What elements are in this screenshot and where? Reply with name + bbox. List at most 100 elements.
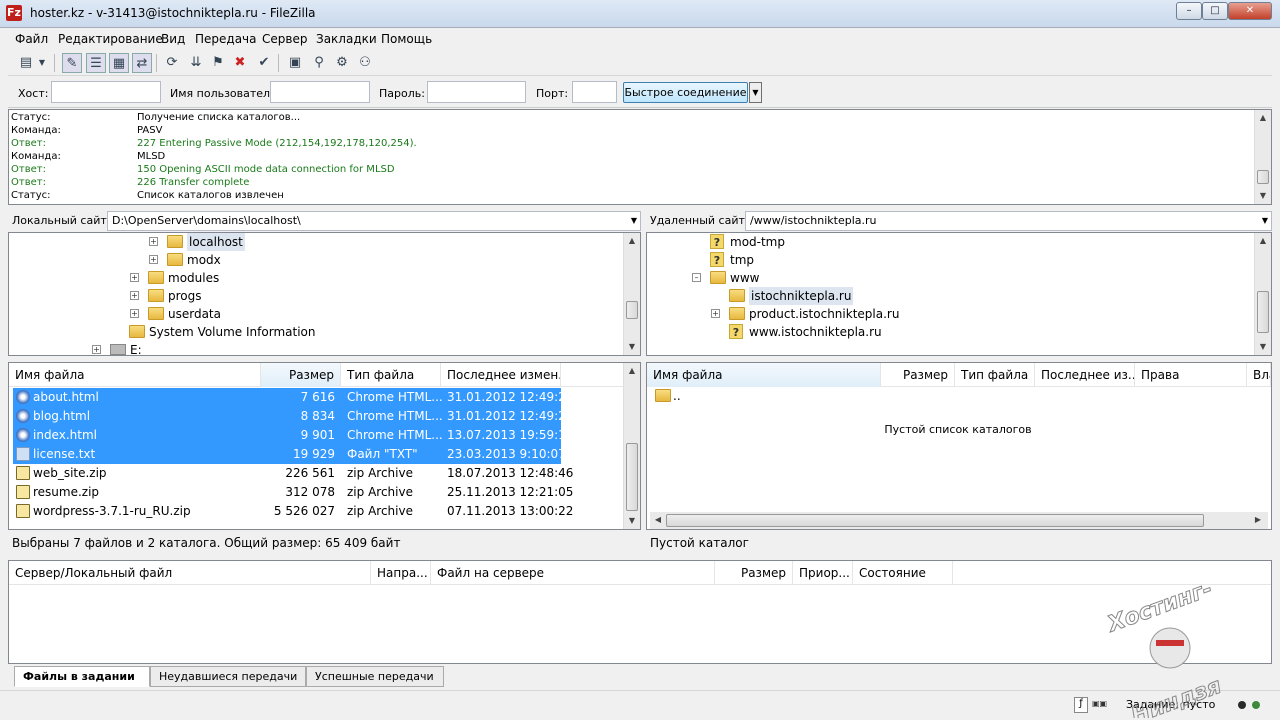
quickconnect-dropdown-icon[interactable]: ▼ (749, 82, 762, 103)
compare-dirs-icon[interactable]: ⚙ (332, 53, 352, 73)
toggle-remote-tree-icon[interactable]: ▦ (109, 53, 129, 73)
col-local-file[interactable]: Сервер/Локальный файл (9, 561, 371, 585)
quickconnect-button[interactable]: Быстрое соединение (623, 82, 748, 103)
col-type[interactable]: Тип файла (341, 363, 441, 387)
transfer-queue[interactable]: Сервер/Локальный файл Напра... Файл на с… (8, 560, 1272, 664)
scroll-thumb[interactable] (626, 443, 638, 511)
remote-list-hscrollbar[interactable]: ◀ ▶ (650, 512, 1268, 529)
tree-node[interactable]: + product.istochniktepla.ru (647, 305, 1247, 323)
reconnect-icon[interactable]: ✔ (254, 53, 274, 73)
directory-filter-icon[interactable]: ▣ (285, 53, 305, 73)
search-icon[interactable]: ⚇ (355, 53, 375, 73)
log-scrollbar[interactable]: ▲ ▼ (1254, 110, 1271, 204)
local-file-list[interactable]: Имя файла Размер Тип файла Последнее изм… (8, 362, 641, 530)
table-row[interactable]: index.html 9 901 Chrome HTML... 13.07.2013 … (13, 426, 573, 445)
tree-node[interactable]: + localhost (9, 233, 609, 251)
table-row[interactable]: wordpress-3.7.1-ru_RU.zip 5 526 027 zip Ar… (13, 502, 573, 521)
expand-icon[interactable]: + (130, 309, 139, 318)
tree-node[interactable]: istochniktepla.ru (647, 287, 1247, 305)
refresh-icon[interactable]: ⟳ (162, 53, 182, 73)
toggle-local-tree-icon[interactable]: ☰ (86, 53, 106, 73)
collapse-icon[interactable]: – (692, 273, 701, 282)
tree-node[interactable]: – www (647, 269, 1247, 287)
scroll-down-icon[interactable]: ▼ (624, 513, 640, 529)
table-row[interactable]: resume.zip 312 078 zip Archive 25.11.2013 1… (13, 483, 573, 502)
username-input[interactable] (270, 81, 370, 103)
tree-node[interactable]: ? tmp (647, 251, 1247, 269)
expand-icon[interactable]: + (130, 291, 139, 300)
expand-icon[interactable]: + (130, 273, 139, 282)
col-remote-file[interactable]: Файл на сервере (431, 561, 715, 585)
disconnect-icon[interactable]: ✖ (230, 53, 250, 73)
password-input[interactable] (427, 81, 526, 103)
chevron-down-icon[interactable]: ▼ (631, 212, 637, 230)
col-size[interactable]: Размер (715, 561, 793, 585)
close-button[interactable]: ✕ (1228, 2, 1272, 20)
minimize-button[interactable]: – (1176, 2, 1202, 20)
expand-icon[interactable]: + (92, 345, 101, 354)
menu-edit[interactable]: Редактирование (58, 32, 163, 46)
scroll-thumb[interactable] (626, 301, 638, 319)
sync-browsing-icon[interactable]: ⚲ (309, 53, 329, 73)
expand-icon[interactable]: + (711, 309, 720, 318)
table-row[interactable]: license.txt 19 929 Файл "TXT" 23.03.2013 9:… (13, 445, 566, 464)
col-priority[interactable]: Приор... (793, 561, 853, 585)
scroll-down-icon[interactable]: ▼ (1255, 188, 1271, 204)
col-size[interactable]: Размер (881, 363, 955, 387)
col-filename[interactable]: Имя файла (647, 363, 881, 387)
expand-icon[interactable]: + (149, 237, 158, 246)
col-modified[interactable]: Последнее измен... (441, 363, 561, 387)
site-manager-dropdown-icon[interactable]: ▼ (36, 53, 48, 73)
scroll-down-icon[interactable]: ▼ (1255, 339, 1271, 355)
col-size[interactable]: Размер (261, 363, 341, 387)
maximize-button[interactable]: □ (1202, 2, 1228, 20)
scroll-up-icon[interactable]: ▲ (624, 363, 640, 379)
site-manager-icon[interactable]: ▤ (16, 53, 36, 73)
col-direction[interactable]: Напра... (371, 561, 431, 585)
tree-node[interactable]: ? www.istochniktepla.ru (647, 323, 1247, 341)
port-input[interactable] (572, 81, 617, 103)
tree-node[interactable]: + E: (9, 341, 609, 355)
tree-node[interactable]: System Volume Information (9, 323, 609, 341)
local-tree-scrollbar[interactable]: ▲ ▼ (623, 233, 640, 355)
col-owner[interactable]: Вла (1247, 363, 1271, 387)
tab-failed-transfers[interactable]: Неудавшиеся передачи (150, 666, 306, 687)
local-list-scrollbar[interactable]: ▲ ▼ (623, 363, 640, 529)
tree-node[interactable]: ? mod-tmp (647, 233, 1247, 251)
scroll-up-icon[interactable]: ▲ (624, 233, 640, 249)
scroll-thumb[interactable] (666, 514, 1204, 527)
col-modified[interactable]: Последнее из... (1035, 363, 1135, 387)
tree-node[interactable]: + modules (9, 269, 609, 287)
local-path-combo[interactable]: D:\OpenServer\domains\localhost\ ▼ (107, 211, 641, 231)
menu-file[interactable]: Файл (15, 32, 48, 46)
menu-transfer[interactable]: Передача (195, 32, 257, 46)
scroll-thumb[interactable] (1257, 170, 1269, 184)
remote-file-list[interactable]: Имя файла Размер Тип файла Последнее из.… (646, 362, 1272, 530)
remote-tree-scrollbar[interactable]: ▲ ▼ (1254, 233, 1271, 355)
message-log[interactable]: Статус: Получение списка каталогов... Кома… (8, 109, 1272, 205)
menu-view[interactable]: Вид (161, 32, 185, 46)
menu-help[interactable]: Помощь (381, 32, 432, 46)
menu-bookmarks[interactable]: Закладки (316, 32, 377, 46)
scroll-thumb[interactable] (1257, 291, 1269, 333)
tree-node[interactable]: + userdata (9, 305, 609, 323)
toggle-log-icon[interactable]: ✎ (62, 53, 82, 73)
menu-server[interactable]: Сервер (262, 32, 307, 46)
tab-queued-files[interactable]: Файлы в задании (14, 666, 150, 687)
local-dir-tree[interactable]: + localhost + modx + modules + progs + userdata Sy… (8, 232, 641, 356)
table-row[interactable]: blog.html 8 834 Chrome HTML... 31.01.2012 1… (13, 407, 573, 426)
process-queue-icon[interactable]: ⇊ (186, 53, 206, 73)
col-filename[interactable]: Имя файла (9, 363, 261, 387)
chevron-down-icon[interactable]: ▼ (1262, 212, 1268, 230)
scroll-up-icon[interactable]: ▲ (1255, 110, 1271, 126)
tab-successful-transfers[interactable]: Успешные передачи (306, 666, 444, 687)
table-row[interactable]: web_site.zip 226 561 zip Archive 18.07.2013… (13, 464, 573, 483)
host-input[interactable] (51, 81, 161, 103)
tree-node[interactable]: + modx (9, 251, 609, 269)
remote-dir-tree[interactable]: ? mod-tmp? tmp – www istochniktepla.ru + produc… (646, 232, 1272, 356)
table-row[interactable]: about.html 7 616 Chrome HTML... 31.01.2012 … (13, 388, 573, 407)
scroll-right-icon[interactable]: ▶ (1250, 512, 1266, 528)
col-type[interactable]: Тип файла (955, 363, 1035, 387)
scroll-left-icon[interactable]: ◀ (650, 512, 666, 528)
expand-icon[interactable]: + (149, 255, 158, 264)
